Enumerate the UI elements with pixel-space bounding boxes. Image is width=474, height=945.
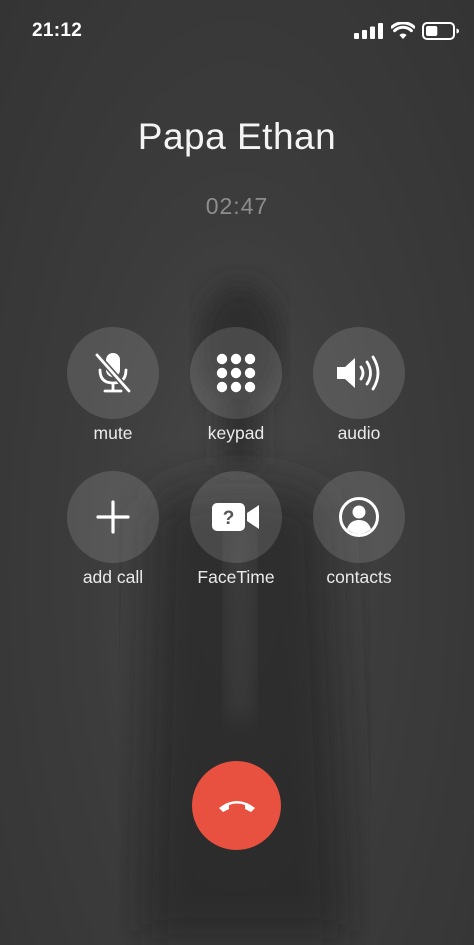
speaker-icon — [337, 355, 380, 391]
keypad-label: keypad — [207, 423, 265, 443]
phone-hangup-icon — [218, 800, 255, 812]
end-call-button[interactable] — [192, 761, 281, 850]
add-call-button[interactable]: add call — [58, 471, 168, 591]
audio-button[interactable]: audio — [304, 327, 414, 447]
audio-label: audio — [337, 423, 381, 443]
microphone-slash-icon — [94, 352, 132, 394]
mute-button-circle[interactable] — [67, 327, 159, 419]
audio-button-circle[interactable] — [313, 327, 405, 419]
plus-icon — [96, 500, 130, 534]
keypad-icon — [216, 353, 256, 393]
mute-label: mute — [93, 423, 133, 443]
mute-button[interactable]: mute — [58, 327, 168, 447]
facetime-label: FaceTime — [197, 567, 275, 587]
keypad-button-circle[interactable] — [190, 327, 282, 419]
contacts-button[interactable]: contacts — [304, 471, 414, 591]
contact-person-icon — [339, 497, 379, 537]
add-call-label: add call — [82, 567, 144, 587]
contacts-label: contacts — [326, 567, 392, 587]
facetime-button-circle[interactable]: ? — [190, 471, 282, 563]
facetime-unavailable-icon: ? — [212, 503, 259, 531]
keypad-button[interactable]: keypad — [181, 327, 291, 447]
contacts-button-circle[interactable] — [313, 471, 405, 563]
svg-text:?: ? — [223, 508, 235, 529]
add-call-button-circle[interactable] — [67, 471, 159, 563]
facetime-button[interactable]: ? FaceTime — [181, 471, 291, 591]
